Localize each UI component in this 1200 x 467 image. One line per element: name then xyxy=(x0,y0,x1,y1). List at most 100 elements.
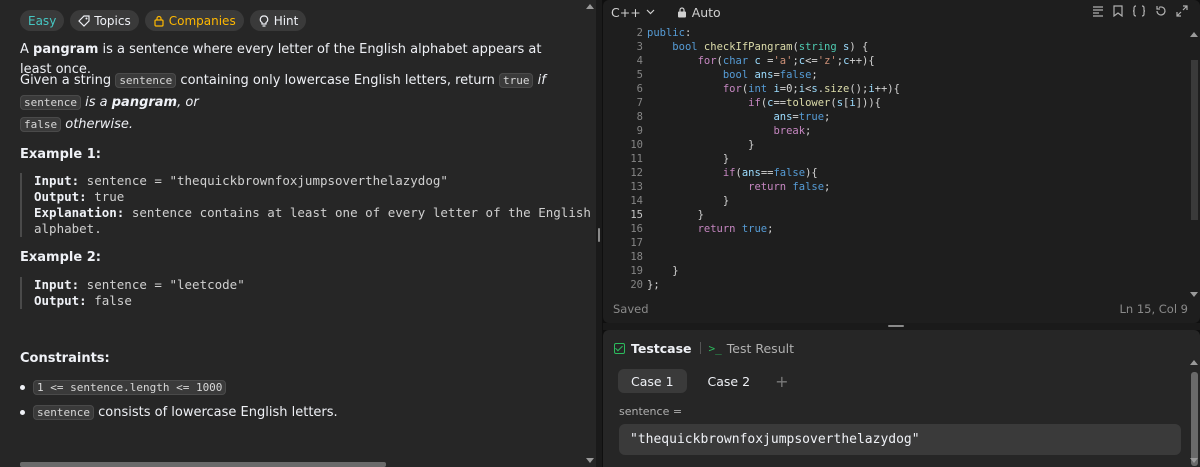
lightbulb-icon xyxy=(258,14,270,27)
code-line: ans=true; xyxy=(773,111,831,123)
pangram-term: pangram xyxy=(111,95,178,110)
example-2-block: Input: sentence = "leetcode" Output: fal… xyxy=(20,277,245,309)
maximize-icon[interactable] xyxy=(1176,5,1188,17)
scroll-up-arrow-icon[interactable] xyxy=(1190,32,1198,37)
code-line: } xyxy=(647,209,704,221)
code-line: return false; xyxy=(748,181,831,193)
code-line: } xyxy=(647,153,730,165)
text: consists of lowercase English letters. xyxy=(93,405,338,420)
text: otherwise. xyxy=(61,117,134,132)
inline-code: false xyxy=(20,117,62,132)
pangram-term: pangram xyxy=(33,42,99,57)
save-status: Saved xyxy=(613,302,649,316)
code-line: bool ans=false; xyxy=(722,69,818,81)
inline-code: sentence xyxy=(33,405,94,420)
text: A xyxy=(20,42,34,57)
hint-button[interactable]: Hint xyxy=(249,10,307,31)
mode-label: Auto xyxy=(691,4,721,20)
constraint-1: 1 <= sentence.length <= 1000 xyxy=(20,380,227,395)
editor-scrollbar[interactable] xyxy=(1188,24,1200,299)
lock-icon xyxy=(153,15,165,27)
code-editor-panel: C++ Auto 2 3 4 5 6 7 8 9 10 11 12 13 14 15 16 17 18 19 20 … xyxy=(603,0,1200,323)
code-line: for(int i=0;i<s.size();i++){ xyxy=(722,83,900,95)
case-label: Case 1 xyxy=(631,373,674,389)
chevron-down-icon xyxy=(646,9,655,15)
testcase-scroll-thumb[interactable] xyxy=(1191,372,1198,466)
scroll-down-arrow-icon[interactable] xyxy=(586,458,594,463)
bullet-dot xyxy=(20,385,25,390)
text: , or xyxy=(177,95,199,110)
code-line: if(c==tolower(s[i])){ xyxy=(748,97,881,109)
code-line: } xyxy=(647,195,730,207)
input-label: Input: xyxy=(34,173,80,188)
splitter-grip[interactable] xyxy=(888,325,904,327)
format-icon[interactable] xyxy=(1092,5,1104,17)
output-label: Output: xyxy=(34,189,87,204)
auto-mode-toggle[interactable]: Auto xyxy=(677,5,721,20)
code-line: if(ans==false){ xyxy=(722,167,818,179)
divider xyxy=(699,342,701,354)
language-select[interactable]: C++ xyxy=(611,5,655,20)
inline-code: 1 <= sentence.length <= 1000 xyxy=(33,380,227,395)
constraints-title: Constraints: xyxy=(20,351,110,366)
code-line: } xyxy=(647,139,755,151)
companies-button[interactable]: Companies xyxy=(144,10,244,31)
sentence-value: "thequickbrownfoxjumpsoverthelazydog" xyxy=(630,432,920,447)
text: is a xyxy=(80,95,112,110)
output-label: Output: xyxy=(34,293,87,308)
splitter-grip[interactable] xyxy=(598,228,600,242)
problem-description-panel: Easy Topics Companies Hint A pangram is … xyxy=(0,0,596,467)
editor-icons xyxy=(1092,5,1188,17)
case-1-tab[interactable]: Case 1 xyxy=(618,369,687,393)
constraint-2: sentence consists of lowercase English l… xyxy=(20,405,338,420)
example-2-title: Example 2: xyxy=(20,250,101,265)
test-result-label: Test Result xyxy=(726,340,794,356)
sentence-input[interactable]: "thequickbrownfoxjumpsoverthelazydog" xyxy=(619,424,1181,455)
description-paragraph-2: Given a string sentence containing only … xyxy=(20,70,560,136)
inline-code: sentence xyxy=(20,95,81,110)
scroll-down-arrow-icon[interactable] xyxy=(1190,458,1198,463)
difficulty-label: Easy xyxy=(28,13,57,28)
line-number: 17 xyxy=(630,237,643,249)
example-1-block: Input: sentence = "thequickbrownfoxjumps… xyxy=(20,173,591,237)
problem-tags: Easy Topics Companies Hint xyxy=(20,10,307,31)
terminal-icon: >_ xyxy=(708,341,722,355)
text: if xyxy=(533,73,546,88)
scroll-up-arrow-icon[interactable] xyxy=(1190,360,1198,365)
text: containing only lowercase English letter… xyxy=(176,73,499,88)
input-label: Input: xyxy=(34,277,80,292)
topics-label: Topics xyxy=(94,13,131,28)
bookmark-icon[interactable] xyxy=(1113,5,1123,17)
testcase-panel: Testcase >_ Test Result Case 1 Case 2 + … xyxy=(603,330,1200,467)
explanation-label: Explanation: xyxy=(34,205,125,220)
output-value: false xyxy=(86,293,132,308)
inline-code: true xyxy=(498,73,534,88)
braces-icon[interactable] xyxy=(1132,5,1146,17)
bullet-dot xyxy=(20,410,25,415)
add-case-button[interactable]: + xyxy=(775,372,788,391)
example-1-title: Example 1: xyxy=(20,147,101,162)
case-tabs: Case 1 Case 2 + xyxy=(618,369,788,393)
testcase-scrollbar[interactable] xyxy=(1188,358,1200,467)
testcase-header: Testcase >_ Test Result xyxy=(614,336,794,360)
language-label: C++ xyxy=(611,4,641,20)
hint-label: Hint xyxy=(273,13,299,28)
reset-icon[interactable] xyxy=(1155,5,1167,17)
case-2-tab[interactable]: Case 2 xyxy=(695,369,764,393)
code-line: for(char c ='a';c<='z';c++){ xyxy=(697,55,875,67)
companies-label: Companies xyxy=(168,13,236,28)
horizontal-scrollbar[interactable] xyxy=(20,462,386,467)
editor-scroll-thumb[interactable] xyxy=(1191,60,1198,220)
inline-code: sentence xyxy=(115,73,177,88)
editor-toolbar: C++ Auto xyxy=(603,0,1200,24)
scroll-up-arrow-icon[interactable] xyxy=(586,4,594,9)
explanation-value-cont: alphabet. xyxy=(34,221,102,236)
code-line: } xyxy=(647,265,679,277)
cursor-position: Ln 15, Col 9 xyxy=(1119,302,1188,316)
line-number: 18 xyxy=(630,251,643,263)
tab-testcase[interactable]: Testcase xyxy=(631,341,692,356)
scroll-down-arrow-icon[interactable] xyxy=(1190,292,1198,297)
input-value: sentence = "thequickbrownfoxjumpsoverthe… xyxy=(79,173,448,188)
tab-test-result[interactable]: >_ Test Result xyxy=(709,341,794,356)
topics-button[interactable]: Topics xyxy=(70,10,139,31)
